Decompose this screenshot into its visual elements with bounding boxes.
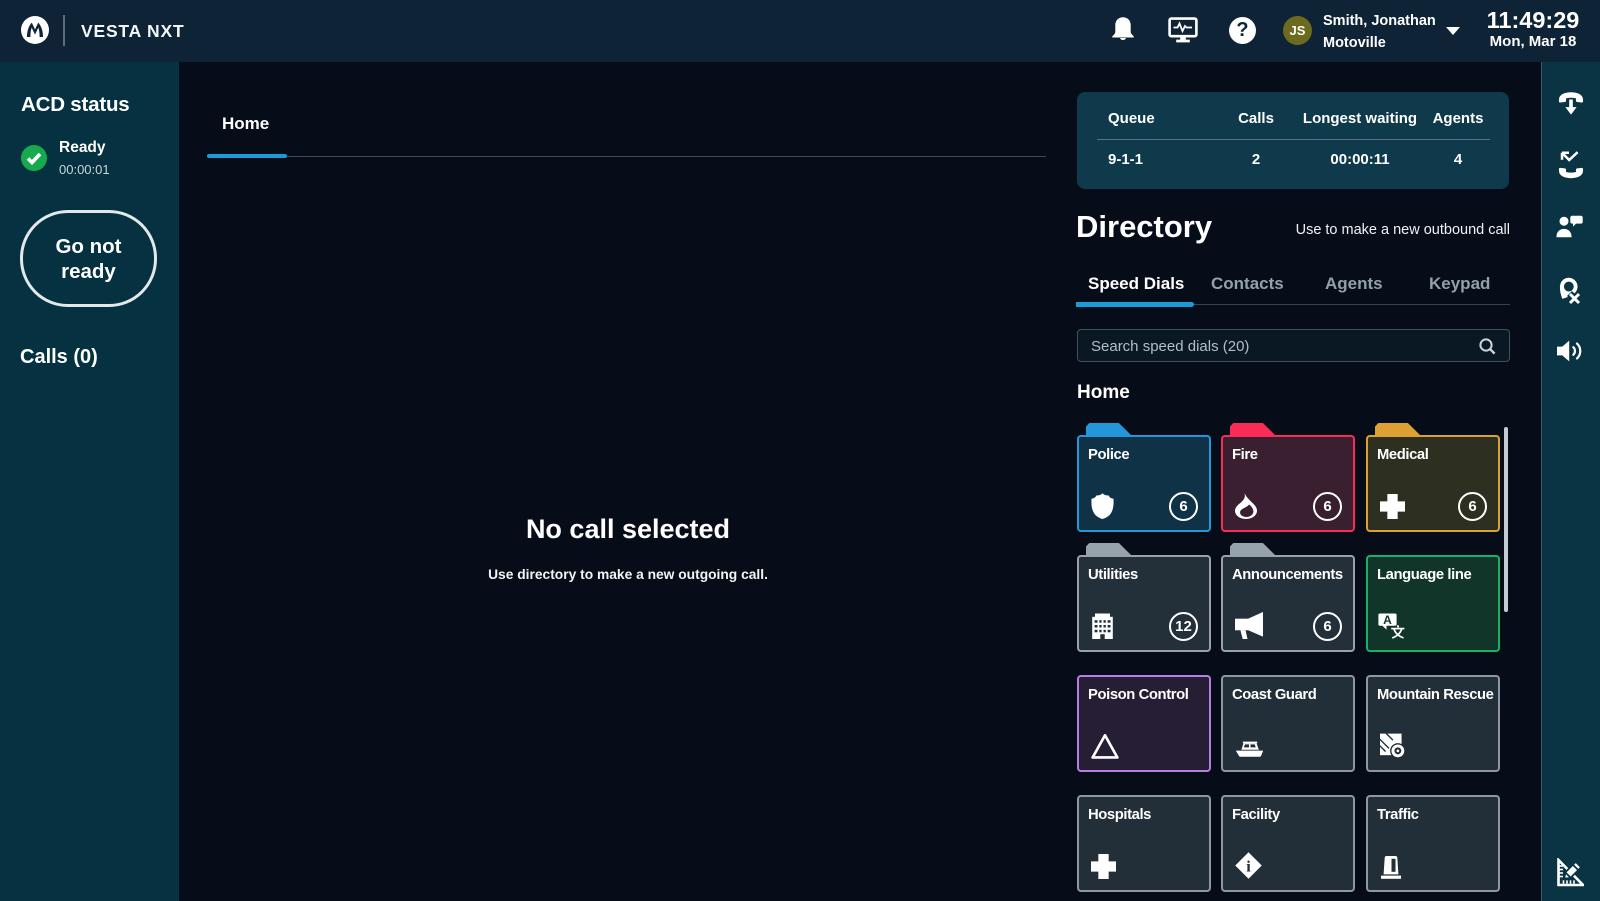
svg-text:A: A: [1383, 613, 1392, 627]
svg-text:i: i: [1246, 857, 1251, 875]
